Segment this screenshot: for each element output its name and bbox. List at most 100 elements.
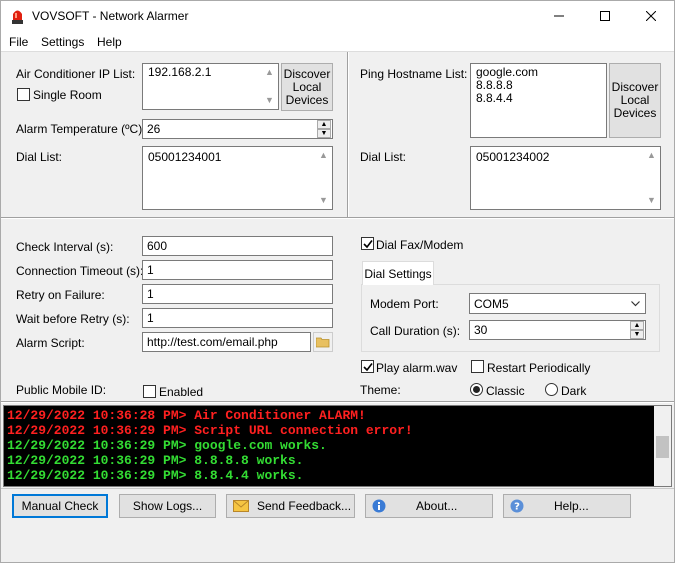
log-scroll-thumb[interactable] — [656, 436, 669, 458]
single-room-label: Single Room — [33, 88, 102, 102]
menu-help[interactable]: Help — [97, 35, 122, 49]
discover-local-devices-left-button[interactable]: Discover Local Devices — [281, 63, 333, 111]
modem-port-select[interactable]: COM5 — [469, 293, 646, 314]
alarm-light-icon — [12, 10, 23, 24]
dial-list-left-scrollbar[interactable]: ▲ ▼ — [315, 147, 332, 209]
restart-periodically-label: Restart Periodically — [487, 361, 591, 375]
dial-list-right-label: Dial List: — [360, 150, 407, 164]
alarm-temperature-spinner[interactable]: ▲ ▼ — [317, 120, 331, 138]
alarm-script-input[interactable]: http://test.com/email.php — [142, 332, 311, 352]
single-room-checkbox[interactable] — [17, 88, 30, 101]
modem-port-value: COM5 — [474, 297, 509, 311]
theme-dark-radio[interactable] — [545, 383, 558, 396]
restart-periodically-checkbox[interactable] — [471, 360, 484, 373]
spin-down-icon[interactable]: ▼ — [317, 129, 331, 138]
enabled-checkbox[interactable] — [143, 385, 156, 398]
wait-before-retry-label: Wait before Retry (s): — [16, 312, 130, 326]
folder-icon — [316, 337, 330, 347]
ac-ip-list-memo[interactable]: 192.168.2.1 ▲ ▼ — [142, 63, 279, 110]
log-line: 12/29/2022 10:36:29 PM> 8.8.8.8 works. — [7, 453, 304, 468]
close-icon — [646, 11, 656, 21]
ac-ip-value: 192.168.2.1 — [148, 65, 212, 79]
discover-local-devices-right-button[interactable]: Discover Local Devices — [609, 63, 661, 138]
modem-port-label: Modem Port: — [370, 297, 439, 311]
play-alarm-checkbox[interactable] — [361, 360, 374, 373]
scroll-up-icon: ▲ — [319, 150, 328, 160]
theme-label: Theme: — [360, 383, 401, 397]
bottom-divider — [1, 488, 674, 489]
about-button[interactable]: About... — [365, 494, 493, 518]
top-horizontal-divider — [1, 217, 674, 219]
wait-before-retry-input[interactable]: 1 — [142, 308, 333, 328]
send-feedback-label: Send Feedback... — [257, 498, 352, 513]
ping-hostname-label: Ping Hostname List: — [360, 67, 468, 81]
scroll-down-icon: ▼ — [265, 95, 274, 105]
retry-on-failure-input[interactable]: 1 — [142, 284, 333, 304]
checkmark-icon — [362, 239, 373, 248]
alarm-temperature-label: Alarm Temperature (ºC): — [16, 122, 146, 136]
chevron-down-icon — [631, 301, 640, 307]
menu-settings[interactable]: Settings — [41, 35, 84, 49]
minimize-button[interactable] — [536, 1, 582, 31]
send-feedback-button[interactable]: Send Feedback... — [226, 494, 355, 518]
minimize-icon — [554, 15, 564, 17]
dial-list-right-value: 05001234002 — [476, 150, 550, 164]
browse-script-button[interactable] — [313, 332, 333, 352]
log-top-divider — [1, 401, 674, 403]
show-logs-button[interactable]: Show Logs... — [119, 494, 216, 518]
scroll-up-icon — [657, 409, 668, 412]
theme-classic-label: Classic — [486, 384, 525, 398]
help-icon: ? — [510, 499, 524, 513]
check-interval-label: Check Interval (s): — [16, 240, 114, 254]
ping-host-item: 8.8.4.4 — [476, 91, 513, 105]
check-interval-input[interactable]: 600 — [142, 236, 333, 256]
maximize-button[interactable] — [582, 1, 628, 31]
app-window: VOVSOFT - Network Alarmer File Settings … — [0, 0, 675, 563]
about-label: About... — [416, 498, 458, 513]
menu-file[interactable]: File — [9, 35, 28, 49]
dial-list-right-memo[interactable]: 05001234002 ▲ ▼ — [470, 146, 661, 210]
call-duration-spinner[interactable]: ▲ ▼ — [630, 321, 644, 339]
title-bar[interactable]: VOVSOFT - Network Alarmer — [1, 1, 674, 31]
connection-timeout-label: Connection Timeout (s): — [16, 264, 144, 278]
retry-on-failure-label: Retry on Failure: — [16, 288, 105, 302]
maximize-icon — [600, 11, 610, 21]
ac-ip-scrollbar[interactable]: ▲ ▼ — [261, 64, 278, 109]
manual-check-button[interactable]: Manual Check — [12, 494, 108, 518]
checkmark-icon — [362, 362, 373, 371]
ping-hostname-memo[interactable]: google.com 8.8.8.8 8.8.4.4 — [470, 63, 607, 138]
dial-list-left-label: Dial List: — [16, 150, 63, 164]
spin-up-icon[interactable]: ▲ — [630, 321, 644, 330]
dial-list-left-memo[interactable]: 05001234001 ▲ ▼ — [142, 146, 333, 210]
log-console[interactable]: 12/29/2022 10:36:28 PM> Air Conditioner … — [3, 405, 672, 487]
help-button[interactable]: ? Help... — [503, 494, 631, 518]
log-line: 12/29/2022 10:36:29 PM> 8.8.4.4 works. — [7, 468, 304, 483]
scroll-down-icon: ▼ — [319, 195, 328, 205]
scroll-down-icon: ▼ — [647, 195, 656, 205]
window-title: VOVSOFT - Network Alarmer — [32, 9, 189, 23]
spin-up-icon[interactable]: ▲ — [317, 120, 331, 129]
scroll-up-icon: ▲ — [265, 67, 274, 77]
scroll-up-icon: ▲ — [647, 150, 656, 160]
theme-classic-radio[interactable] — [470, 383, 483, 396]
dial-list-right-scrollbar[interactable]: ▲ ▼ — [643, 147, 660, 209]
help-label: Help... — [554, 498, 589, 513]
enabled-label: Enabled — [159, 385, 204, 399]
call-duration-input[interactable]: 30 — [469, 320, 646, 340]
public-mobile-id-label: Public Mobile ID: — [16, 383, 107, 397]
call-duration-label: Call Duration (s): — [370, 324, 461, 338]
envelope-icon — [233, 500, 249, 512]
dial-fax-modem-checkbox[interactable] — [361, 237, 374, 250]
play-alarm-label: Play alarm.wav — [376, 361, 458, 375]
alarm-temperature-input[interactable]: 26 — [142, 119, 333, 139]
alarm-script-label: Alarm Script: — [16, 336, 85, 350]
close-button[interactable] — [628, 1, 674, 31]
top-vertical-divider — [347, 52, 349, 218]
spin-down-icon[interactable]: ▼ — [630, 330, 644, 339]
connection-timeout-input[interactable]: 1 — [142, 260, 333, 280]
log-line: 12/29/2022 10:36:28 PM> Air Conditioner … — [7, 408, 366, 423]
info-icon — [372, 499, 386, 513]
log-scrollbar[interactable] — [654, 406, 671, 486]
dial-list-left-value: 05001234001 — [148, 150, 222, 164]
tab-dial-settings[interactable]: Dial Settings — [362, 261, 434, 285]
